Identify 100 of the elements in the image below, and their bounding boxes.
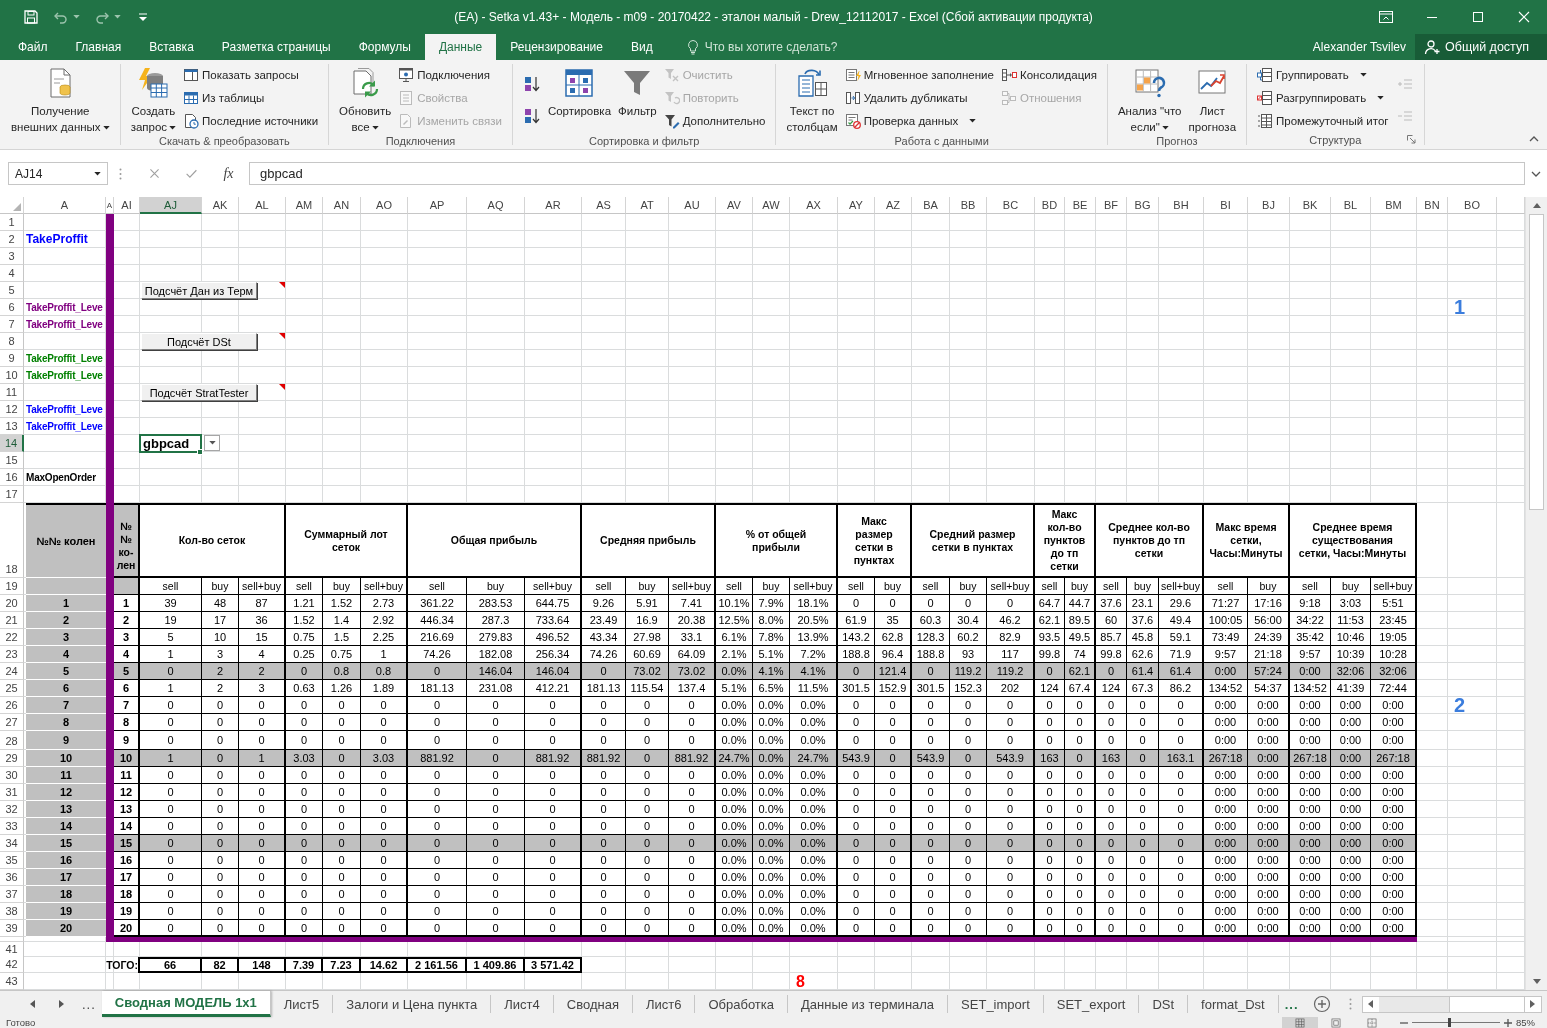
row-header[interactable]: 5 [0, 282, 24, 299]
sheet-tab[interactable]: Лист5 [270, 995, 334, 1013]
row-header[interactable]: 42 [0, 957, 24, 973]
sheet-tab[interactable]: Сводная [553, 995, 633, 1013]
ribbon-button[interactable]: Разгруппировать [1255, 86, 1391, 109]
column-header[interactable]: BM [1371, 197, 1417, 214]
ribbon-button[interactable]: Группировать [1255, 63, 1391, 86]
dialog-launcher-button[interactable] [1406, 135, 1416, 144]
row-header[interactable]: 43 [0, 973, 24, 990]
row-header[interactable]: 17 [0, 486, 24, 503]
row-header[interactable]: 8 [0, 333, 24, 350]
row-header[interactable]: 9 [0, 350, 24, 367]
ribbon-button[interactable]: Создать запрос [128, 63, 179, 135]
row-header[interactable]: 33 [0, 818, 24, 835]
row-header[interactable]: 28 [0, 731, 24, 750]
row-header[interactable]: 36 [0, 869, 24, 886]
column-header[interactable]: AV [716, 197, 753, 214]
ribbon-button[interactable]: Анализ "что если" [1115, 63, 1184, 135]
column-header[interactable]: BO [1448, 197, 1497, 214]
ribbon-button[interactable]: Сортировка [545, 63, 614, 135]
column-header[interactable]: A [24, 197, 106, 214]
column-header[interactable]: AN [323, 197, 361, 214]
ribbon-button[interactable]: Обновить все [337, 63, 394, 135]
ribbon-tab[interactable]: Вид [616, 34, 667, 60]
row-header[interactable]: 7 [0, 316, 24, 333]
column-header[interactable]: BE [1065, 197, 1096, 214]
row-header[interactable]: 23 [0, 646, 24, 663]
row-header[interactable]: 16 [0, 469, 24, 486]
row-header[interactable]: 15 [0, 452, 24, 469]
row-header[interactable]: 25 [0, 680, 24, 697]
column-header[interactable]: BH [1159, 197, 1204, 214]
column-header[interactable]: AM [286, 197, 323, 214]
ribbon-tab[interactable]: Главная [61, 34, 136, 60]
row-header[interactable]: 14 [0, 435, 24, 452]
scroll-thumb[interactable] [1448, 996, 1525, 1012]
plus-icon[interactable] [1504, 1018, 1512, 1027]
select-all-button[interactable] [0, 197, 24, 214]
view-button[interactable] [1282, 1017, 1318, 1028]
row-header[interactable]: 19 [0, 578, 24, 595]
row-header[interactable]: 38 [0, 903, 24, 920]
ribbon-tab[interactable]: Данные [424, 34, 497, 60]
column-header[interactable]: AK [202, 197, 239, 214]
ribbon-button[interactable]: Промежуточный итог [1255, 109, 1391, 132]
ribbon-button[interactable]: Подключения [396, 63, 504, 86]
ribbon-button[interactable]: Проверка данных [842, 109, 996, 132]
sheet-tab[interactable]: Лист6 [632, 995, 696, 1013]
formula-field[interactable]: gbpcad [249, 162, 1525, 185]
column-header[interactable]: AS [582, 197, 626, 214]
column-header[interactable]: BK [1290, 197, 1331, 214]
row-header[interactable]: 27 [0, 714, 24, 731]
column-header[interactable]: AR [525, 197, 582, 214]
ribbon-button[interactable]: Показать запросы [181, 63, 321, 86]
row-header[interactable]: 39 [0, 920, 24, 937]
dropdown-button[interactable] [204, 435, 220, 451]
row-header[interactable]: 35 [0, 852, 24, 869]
ribbon-tab[interactable]: Вставка [135, 34, 208, 60]
sheet-tab[interactable]: SET_import [948, 995, 1044, 1013]
column-header[interactable]: AY [838, 197, 875, 214]
insert-function-button[interactable]: fx [210, 162, 247, 185]
row-header[interactable]: 3 [0, 248, 24, 265]
row-header[interactable]: 31 [0, 784, 24, 801]
row-header[interactable]: 32 [0, 801, 24, 818]
sheet-tab[interactable]: Сводная МОДЕЛЬ 1x1 [101, 991, 271, 1017]
ribbon-tab[interactable]: Формулы [344, 34, 425, 60]
column-header[interactable]: AO [361, 197, 408, 214]
share-button[interactable]: Общий доступ [1415, 34, 1547, 60]
row-header[interactable] [0, 937, 24, 942]
row-header[interactable]: 34 [0, 835, 24, 852]
tell-me-field[interactable]: Что вы хотите сделать? [704, 40, 855, 54]
column-header[interactable]: AW [753, 197, 790, 214]
column-header[interactable]: BD [1035, 197, 1065, 214]
column-header[interactable]: AI [114, 197, 140, 214]
sheet-tab[interactable]: format_Dst [1188, 995, 1279, 1013]
ribbon-tab[interactable]: Разметка страницы [207, 34, 345, 60]
row-header[interactable]: 13 [0, 418, 24, 435]
column-header[interactable]: BC [987, 197, 1035, 214]
ribbon-button[interactable]: Дополнительно [661, 109, 768, 132]
row-header[interactable]: 1 [0, 214, 24, 231]
row-header[interactable]: 22 [0, 629, 24, 646]
sheet-tab[interactable]: DSt [1139, 995, 1189, 1013]
row-header[interactable]: 30 [0, 767, 24, 784]
column-header[interactable]: AP [408, 197, 467, 214]
zoom-slider-thumb[interactable] [1447, 1018, 1451, 1027]
sheet-tab[interactable]: Лист4 [491, 995, 554, 1013]
column-header[interactable]: AZ [875, 197, 912, 214]
column-header[interactable]: BB [950, 197, 987, 214]
row-header[interactable]: 12 [0, 401, 24, 418]
sheet-tab[interactable]: Обработка [695, 995, 788, 1013]
row-header[interactable]: 21 [0, 612, 24, 629]
row-header[interactable]: 26 [0, 697, 24, 714]
column-header[interactable]: BL [1331, 197, 1371, 214]
ribbon-button[interactable]: Фильтр [616, 63, 659, 135]
column-header[interactable]: BJ [1248, 197, 1290, 214]
ribbon-button[interactable]: Удалить дубликаты [842, 86, 996, 109]
row-header[interactable]: 29 [0, 750, 24, 767]
macro-button[interactable]: Подсчёт DSt [141, 333, 257, 350]
column-header[interactable]: BN [1417, 197, 1448, 214]
name-box[interactable]: AJ14 [8, 162, 108, 185]
more-sheets-button[interactable]: ... [1278, 991, 1305, 1017]
macro-button[interactable]: Подсчёт StratTester [141, 384, 257, 401]
